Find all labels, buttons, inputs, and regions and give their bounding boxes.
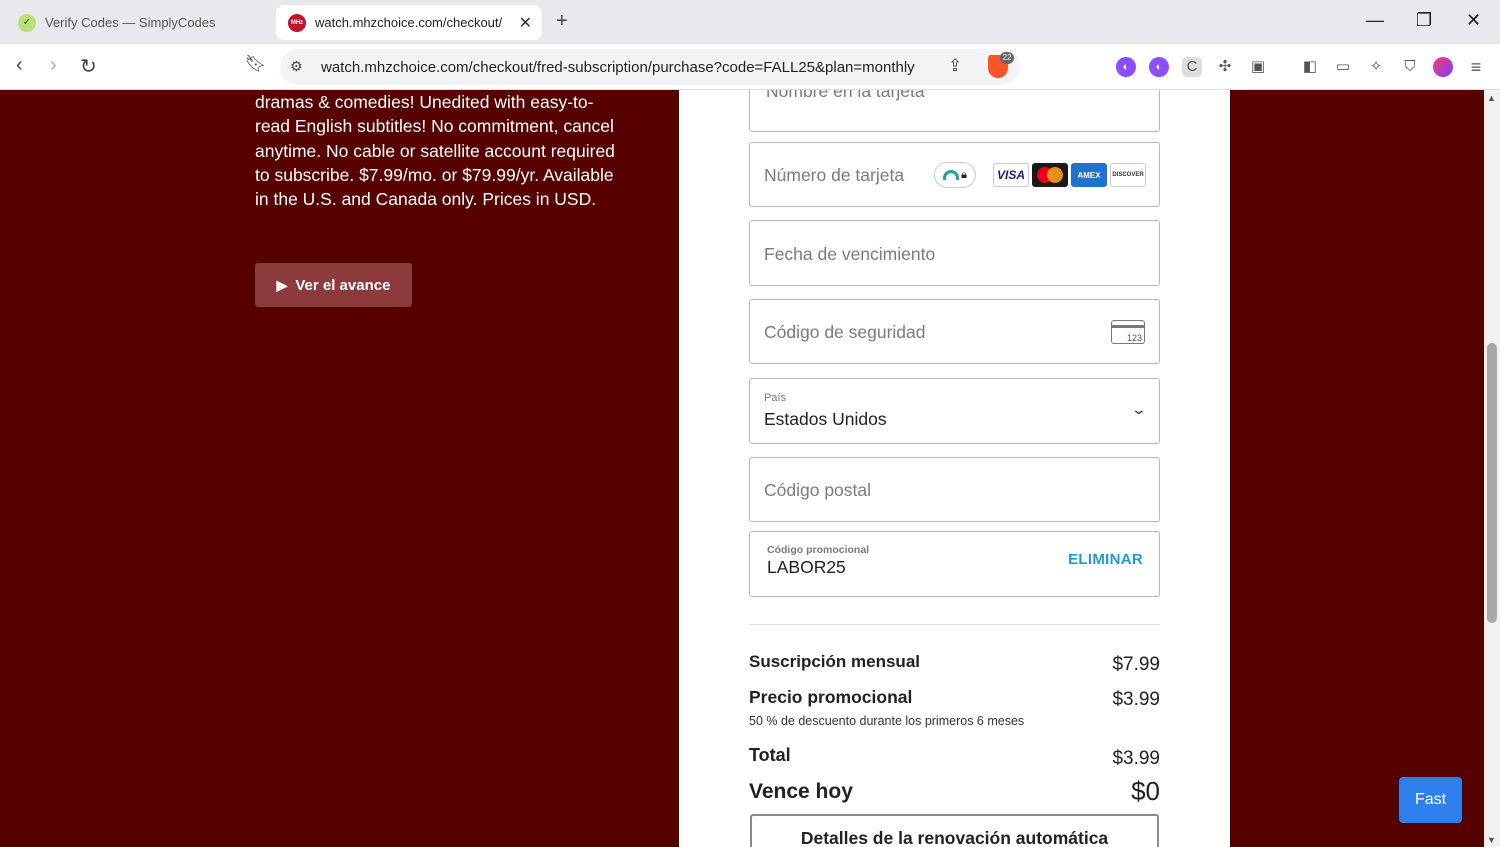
fast-button[interactable]: Fast	[1399, 777, 1462, 823]
scroll-up-icon[interactable]: ▲	[1487, 93, 1496, 103]
divider	[749, 624, 1160, 625]
scroll-down-icon[interactable]: ▼	[1487, 835, 1496, 845]
mastercard-icon	[1032, 163, 1068, 187]
leo-ai-icon[interactable]: ✧	[1366, 57, 1386, 77]
discover-icon: DISCOVER	[1110, 163, 1146, 187]
security-code-field[interactable]: Código de seguridad 123	[749, 299, 1160, 364]
simplycodes-icon: ✓	[18, 13, 36, 32]
promo-code-label: Código promocional	[767, 544, 870, 556]
reload-icon[interactable]: ↻	[80, 54, 97, 79]
remove-promo-button[interactable]: ELIMINAR	[1068, 551, 1143, 568]
back-icon[interactable]: ‹	[16, 54, 23, 77]
close-window-icon[interactable]: ✕	[1466, 10, 1481, 31]
tab-title: Verify Codes — SimplyCodes	[45, 15, 216, 30]
security-code-placeholder: Código de seguridad	[764, 322, 926, 342]
card-number-field[interactable]: Número de tarjeta 🔒︎ VISA AMEX DISCOVER	[749, 142, 1160, 207]
sidebar-icon[interactable]: ◧	[1300, 57, 1320, 77]
card-number-placeholder: Número de tarjeta	[764, 165, 905, 185]
minimize-icon[interactable]: —	[1366, 10, 1384, 31]
total-value: $3.99	[1112, 748, 1160, 769]
auto-renewal-details-button[interactable]: Detalles de la renovación automática	[750, 814, 1159, 847]
close-tab-icon[interactable]: ✕	[519, 13, 532, 33]
country-value: Estados Unidos	[764, 409, 887, 429]
new-tab-button[interactable]: +	[556, 10, 568, 33]
cvc-card-icon: 123	[1111, 320, 1145, 344]
extension-icon[interactable]: ◐	[1116, 57, 1136, 77]
secure-lock-icon: 🔒︎	[934, 162, 976, 188]
page-content: dramas & comedies! Unedited with easy-to…	[0, 90, 1484, 847]
monthly-subscription-label: Suscripción mensual	[749, 652, 920, 671]
tab-strip: ✓ Verify Codes — SimplyCodes MHz watch.m…	[0, 0, 1500, 44]
promo-code-field[interactable]: Código promocional LABOR25 ELIMINAR	[749, 531, 1160, 597]
forward-icon[interactable]: ›	[50, 54, 57, 77]
play-icon: ▶	[276, 276, 288, 293]
postal-code-field[interactable]: Código postal	[749, 457, 1160, 522]
address-bar[interactable]: ⚙ watch.mhzchoice.com/checkout/fred-subs…	[280, 49, 1020, 85]
postal-code-placeholder: Código postal	[764, 480, 872, 500]
cardholder-name-field[interactable]: Nombre en la tarjeta	[749, 90, 1160, 132]
share-icon[interactable]: ⇪	[948, 56, 962, 76]
total-label: Total	[749, 745, 791, 765]
page-scrollbar[interactable]: ▲ ▼	[1484, 90, 1500, 847]
menu-icon[interactable]: ≡	[1466, 57, 1486, 77]
watch-trailer-button[interactable]: ▶ Ver el avance	[255, 263, 412, 307]
extension-icon[interactable]: ◐	[1149, 57, 1169, 77]
country-label: País	[764, 392, 787, 404]
visa-icon: VISA	[993, 163, 1029, 187]
chevron-down-icon: ⌄	[1130, 401, 1148, 417]
site-info-icon[interactable]: ⚙	[290, 58, 303, 75]
scrollbar-thumb[interactable]	[1487, 343, 1497, 623]
shields-count-badge: 22	[1000, 52, 1014, 64]
promo-price-label: Precio promocional	[749, 687, 913, 707]
amex-icon: AMEX	[1071, 163, 1107, 187]
tab-search-icon[interactable]: ▣	[1248, 57, 1268, 77]
browser-toolbar: ‹ › ↻ 🔖︎ ⚙ watch.mhzchoice.com/checkout/…	[0, 44, 1500, 90]
tab-checkout[interactable]: MHz watch.mhzchoice.com/checkout/ ✕	[276, 5, 542, 40]
simplycodes-extension-icon[interactable]: C	[1182, 57, 1202, 77]
promo-code-value: LABOR25	[767, 557, 846, 577]
expiry-placeholder: Fecha de vencimiento	[764, 244, 936, 264]
mhz-icon: MHz	[288, 13, 306, 32]
promo-price-value: $3.99	[1112, 689, 1160, 710]
trailer-label: Ver el avance	[295, 276, 391, 294]
bookmark-icon[interactable]: 🔖︎	[245, 54, 267, 74]
due-today-label: Vence hoy	[749, 780, 853, 803]
promo-discount-note: 50 % de descuento durante los primeros 6…	[749, 714, 1025, 728]
series-description: dramas & comedies! Unedited with easy-to…	[255, 92, 615, 210]
due-today-value: $0	[1131, 776, 1160, 806]
vpn-shield-icon[interactable]: ⛉	[1400, 57, 1420, 77]
extensions-puzzle-icon[interactable]: ✣	[1215, 57, 1235, 77]
country-select[interactable]: País Estados Unidos ⌄	[749, 378, 1160, 444]
card-brands: 🔒︎ VISA AMEX DISCOVER	[934, 162, 1146, 188]
url-text[interactable]: watch.mhzchoice.com/checkout/fred-subscr…	[321, 59, 915, 76]
profile-icon[interactable]	[1433, 57, 1453, 77]
tab-simplycodes[interactable]: ✓ Verify Codes — SimplyCodes	[8, 5, 270, 40]
expiry-field[interactable]: Fecha de vencimiento	[749, 220, 1160, 286]
cardholder-name-placeholder: Nombre en la tarjeta	[766, 90, 925, 101]
tab-title: watch.mhzchoice.com/checkout/	[315, 15, 503, 30]
restore-icon[interactable]: ❐	[1416, 10, 1432, 31]
checkout-panel: Nombre en la tarjeta Número de tarjeta 🔒…	[679, 90, 1230, 847]
monthly-subscription-price: $7.99	[1112, 654, 1160, 675]
wallet-icon[interactable]: ▭	[1333, 57, 1353, 77]
